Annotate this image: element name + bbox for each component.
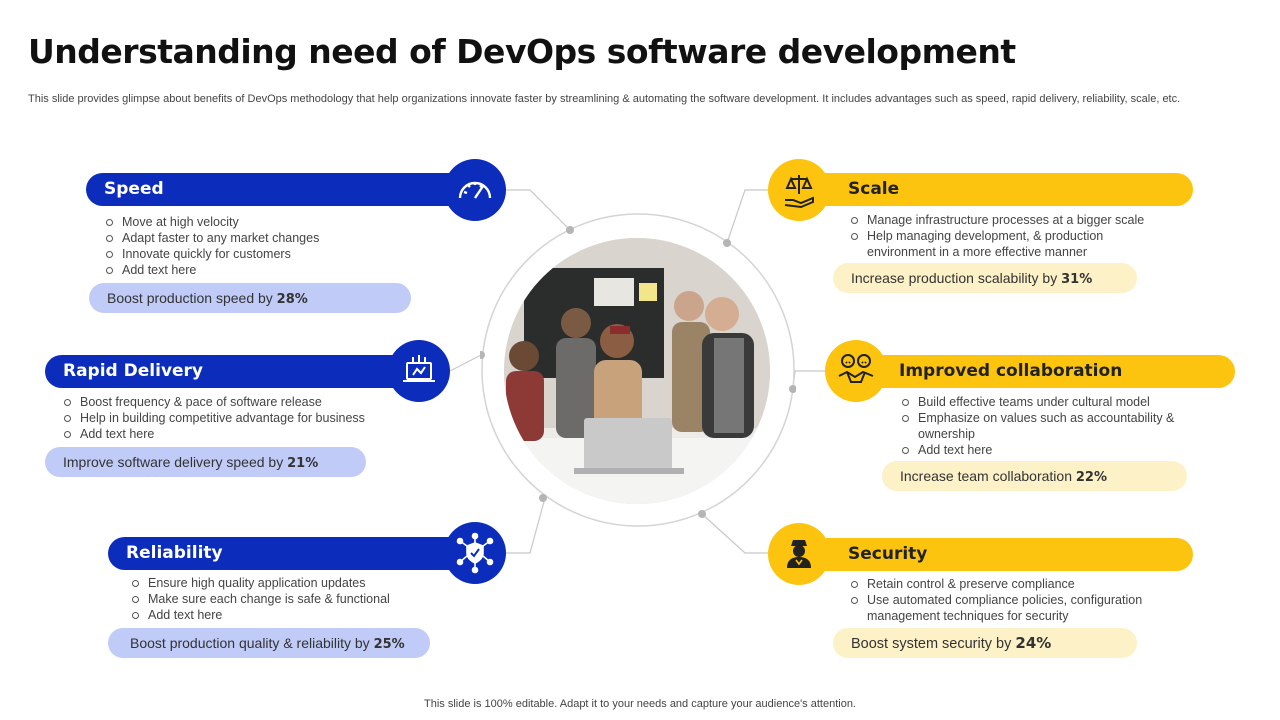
reliability-heading: Reliability xyxy=(126,543,223,563)
speedometer-icon xyxy=(444,159,506,221)
rapid-delivery-bullet: Help in building competitive advantage f… xyxy=(62,410,365,426)
collaboration-bullets: Build effective teams under cultural mod… xyxy=(900,394,1200,458)
speed-bullets: Move at high velocity Adapt faster to an… xyxy=(104,214,319,278)
handshake-team-icon xyxy=(825,340,887,402)
security-metric-text: Boost system security by xyxy=(851,636,1016,652)
scale-bullet: Manage infrastructure processes at a big… xyxy=(849,212,1169,228)
rapid-delivery-bullet: Add text here xyxy=(62,426,365,442)
collaboration-metric: Increase team collaboration 22% xyxy=(882,461,1187,491)
reliability-heading-bar: Reliability xyxy=(108,537,488,570)
security-person-icon xyxy=(768,523,830,585)
speed-bullet: Add text here xyxy=(104,262,319,278)
collaboration-bullet: Build effective teams under cultural mod… xyxy=(900,394,1200,410)
speed-bullet: Innovate quickly for customers xyxy=(104,246,319,262)
scale-bullet: Help managing development, & production … xyxy=(849,228,1169,260)
security-bullet: Use automated compliance policies, confi… xyxy=(849,592,1169,624)
scale-metric: Increase production scalability by 31% xyxy=(833,263,1137,293)
security-metric: Boost system security by 24% xyxy=(833,628,1137,658)
rapid-delivery-bullet: Boost frequency & pace of software relea… xyxy=(62,394,365,410)
reliability-bullet: Make sure each change is safe & function… xyxy=(130,591,390,607)
ring-dot xyxy=(539,494,547,502)
scale-heading: Scale xyxy=(848,179,900,199)
ring-dot xyxy=(566,226,574,234)
connector-rapid xyxy=(449,354,482,372)
footer-note: This slide is 100% editable. Adapt it to… xyxy=(424,698,856,710)
collaboration-metric-text: Increase team collaboration xyxy=(900,468,1076,484)
scale-metric-text: Increase production scalability by xyxy=(851,270,1062,286)
security-bullets: Retain control & preserve compliance Use… xyxy=(849,576,1169,624)
rapid-delivery-bullets: Boost frequency & pace of software relea… xyxy=(62,394,365,442)
collaboration-bullet: Emphasize on values such as accountabili… xyxy=(900,410,1200,442)
speed-metric-text: Boost production speed by xyxy=(107,290,277,306)
speed-metric: Boost production speed by 28% xyxy=(89,283,411,313)
reliability-metric-value: 25% xyxy=(373,637,405,652)
shield-network-icon xyxy=(444,522,506,584)
security-metric-value: 24% xyxy=(1015,634,1052,652)
speed-metric-value: 28% xyxy=(276,292,308,307)
rapid-delivery-heading: Rapid Delivery xyxy=(63,361,204,381)
speed-heading-bar: Speed xyxy=(86,173,486,206)
reliability-bullet: Add text here xyxy=(130,607,390,623)
speed-heading: Speed xyxy=(104,179,164,199)
security-heading-bar: Security xyxy=(790,538,1193,571)
rapid-delivery-metric-text: Improve software delivery speed by xyxy=(63,454,288,470)
ring-dot xyxy=(723,239,731,247)
security-heading: Security xyxy=(848,544,928,564)
speed-bullet: Move at high velocity xyxy=(104,214,319,230)
security-bullet: Retain control & preserve compliance xyxy=(849,576,1169,592)
scale-bullets: Manage infrastructure processes at a big… xyxy=(849,212,1169,260)
scale-metric-value: 31% xyxy=(1061,272,1093,287)
laptop-deployment-icon xyxy=(388,340,450,402)
collaboration-metric-value: 22% xyxy=(1075,470,1107,485)
speed-bullet: Adapt faster to any market changes xyxy=(104,230,319,246)
ring-dot xyxy=(480,351,485,359)
scale-heading-bar: Scale xyxy=(790,173,1193,206)
team-photo xyxy=(504,238,770,504)
collaboration-bullet: Add text here xyxy=(900,442,1200,458)
rapid-delivery-metric-value: 21% xyxy=(287,456,319,471)
rapid-delivery-metric: Improve software delivery speed by 21% xyxy=(45,447,366,477)
rapid-delivery-heading-bar: Rapid Delivery xyxy=(45,355,430,388)
ring-dot xyxy=(789,385,796,393)
reliability-metric-text: Boost production quality & reliability b… xyxy=(130,635,374,651)
reliability-bullet: Ensure high quality application updates xyxy=(130,575,390,591)
reliability-bullets: Ensure high quality application updates … xyxy=(130,575,390,623)
connector-collab xyxy=(792,370,825,389)
balance-scale-hand-icon xyxy=(768,159,830,221)
ring-dot xyxy=(698,510,706,518)
collaboration-heading-bar: Improved collaboration xyxy=(846,355,1235,388)
reliability-metric: Boost production quality & reliability b… xyxy=(108,628,430,658)
collaboration-heading: Improved collaboration xyxy=(899,361,1123,381)
